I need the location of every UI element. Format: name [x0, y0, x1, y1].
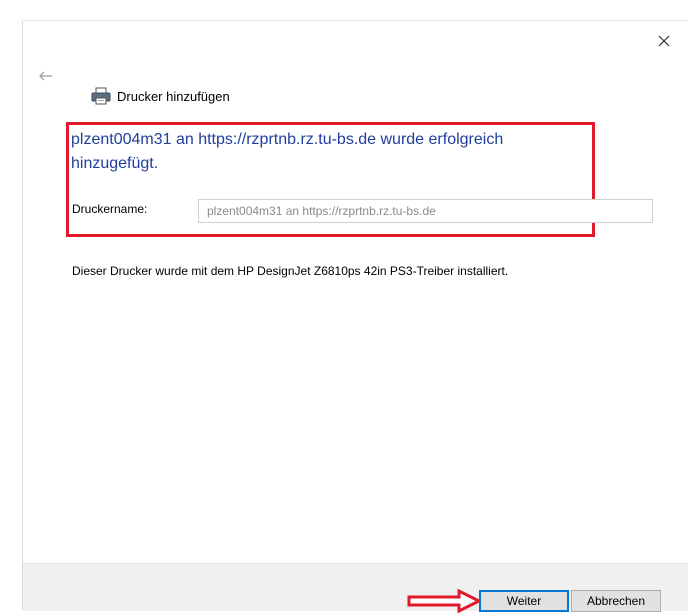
- printer-name-input[interactable]: [198, 199, 653, 223]
- cancel-button[interactable]: Abbrechen: [571, 590, 661, 612]
- add-printer-dialog: Drucker hinzufügen plzent004m31 an https…: [22, 20, 688, 614]
- close-icon: [658, 35, 670, 47]
- success-message: plzent004m31 an https://rzprtnb.rz.tu-bs…: [71, 131, 504, 172]
- next-button[interactable]: Weiter: [479, 590, 569, 612]
- printer-icon: [91, 87, 111, 105]
- dialog-title: Drucker hinzufügen: [117, 88, 230, 104]
- close-button[interactable]: [654, 31, 674, 51]
- screen-background: Drucker hinzufügen plzent004m31 an https…: [0, 0, 688, 616]
- red-arrow-annotation-icon: [407, 588, 483, 614]
- back-button[interactable]: [37, 67, 55, 85]
- back-arrow-icon: [39, 71, 52, 81]
- driver-info-text: Dieser Drucker wurde mit dem HP DesignJe…: [72, 264, 509, 278]
- dialog-header: Drucker hinzufügen: [91, 86, 230, 106]
- dialog-footer: Weiter Abbrechen: [23, 563, 688, 614]
- printer-name-label: Druckername:: [72, 202, 148, 216]
